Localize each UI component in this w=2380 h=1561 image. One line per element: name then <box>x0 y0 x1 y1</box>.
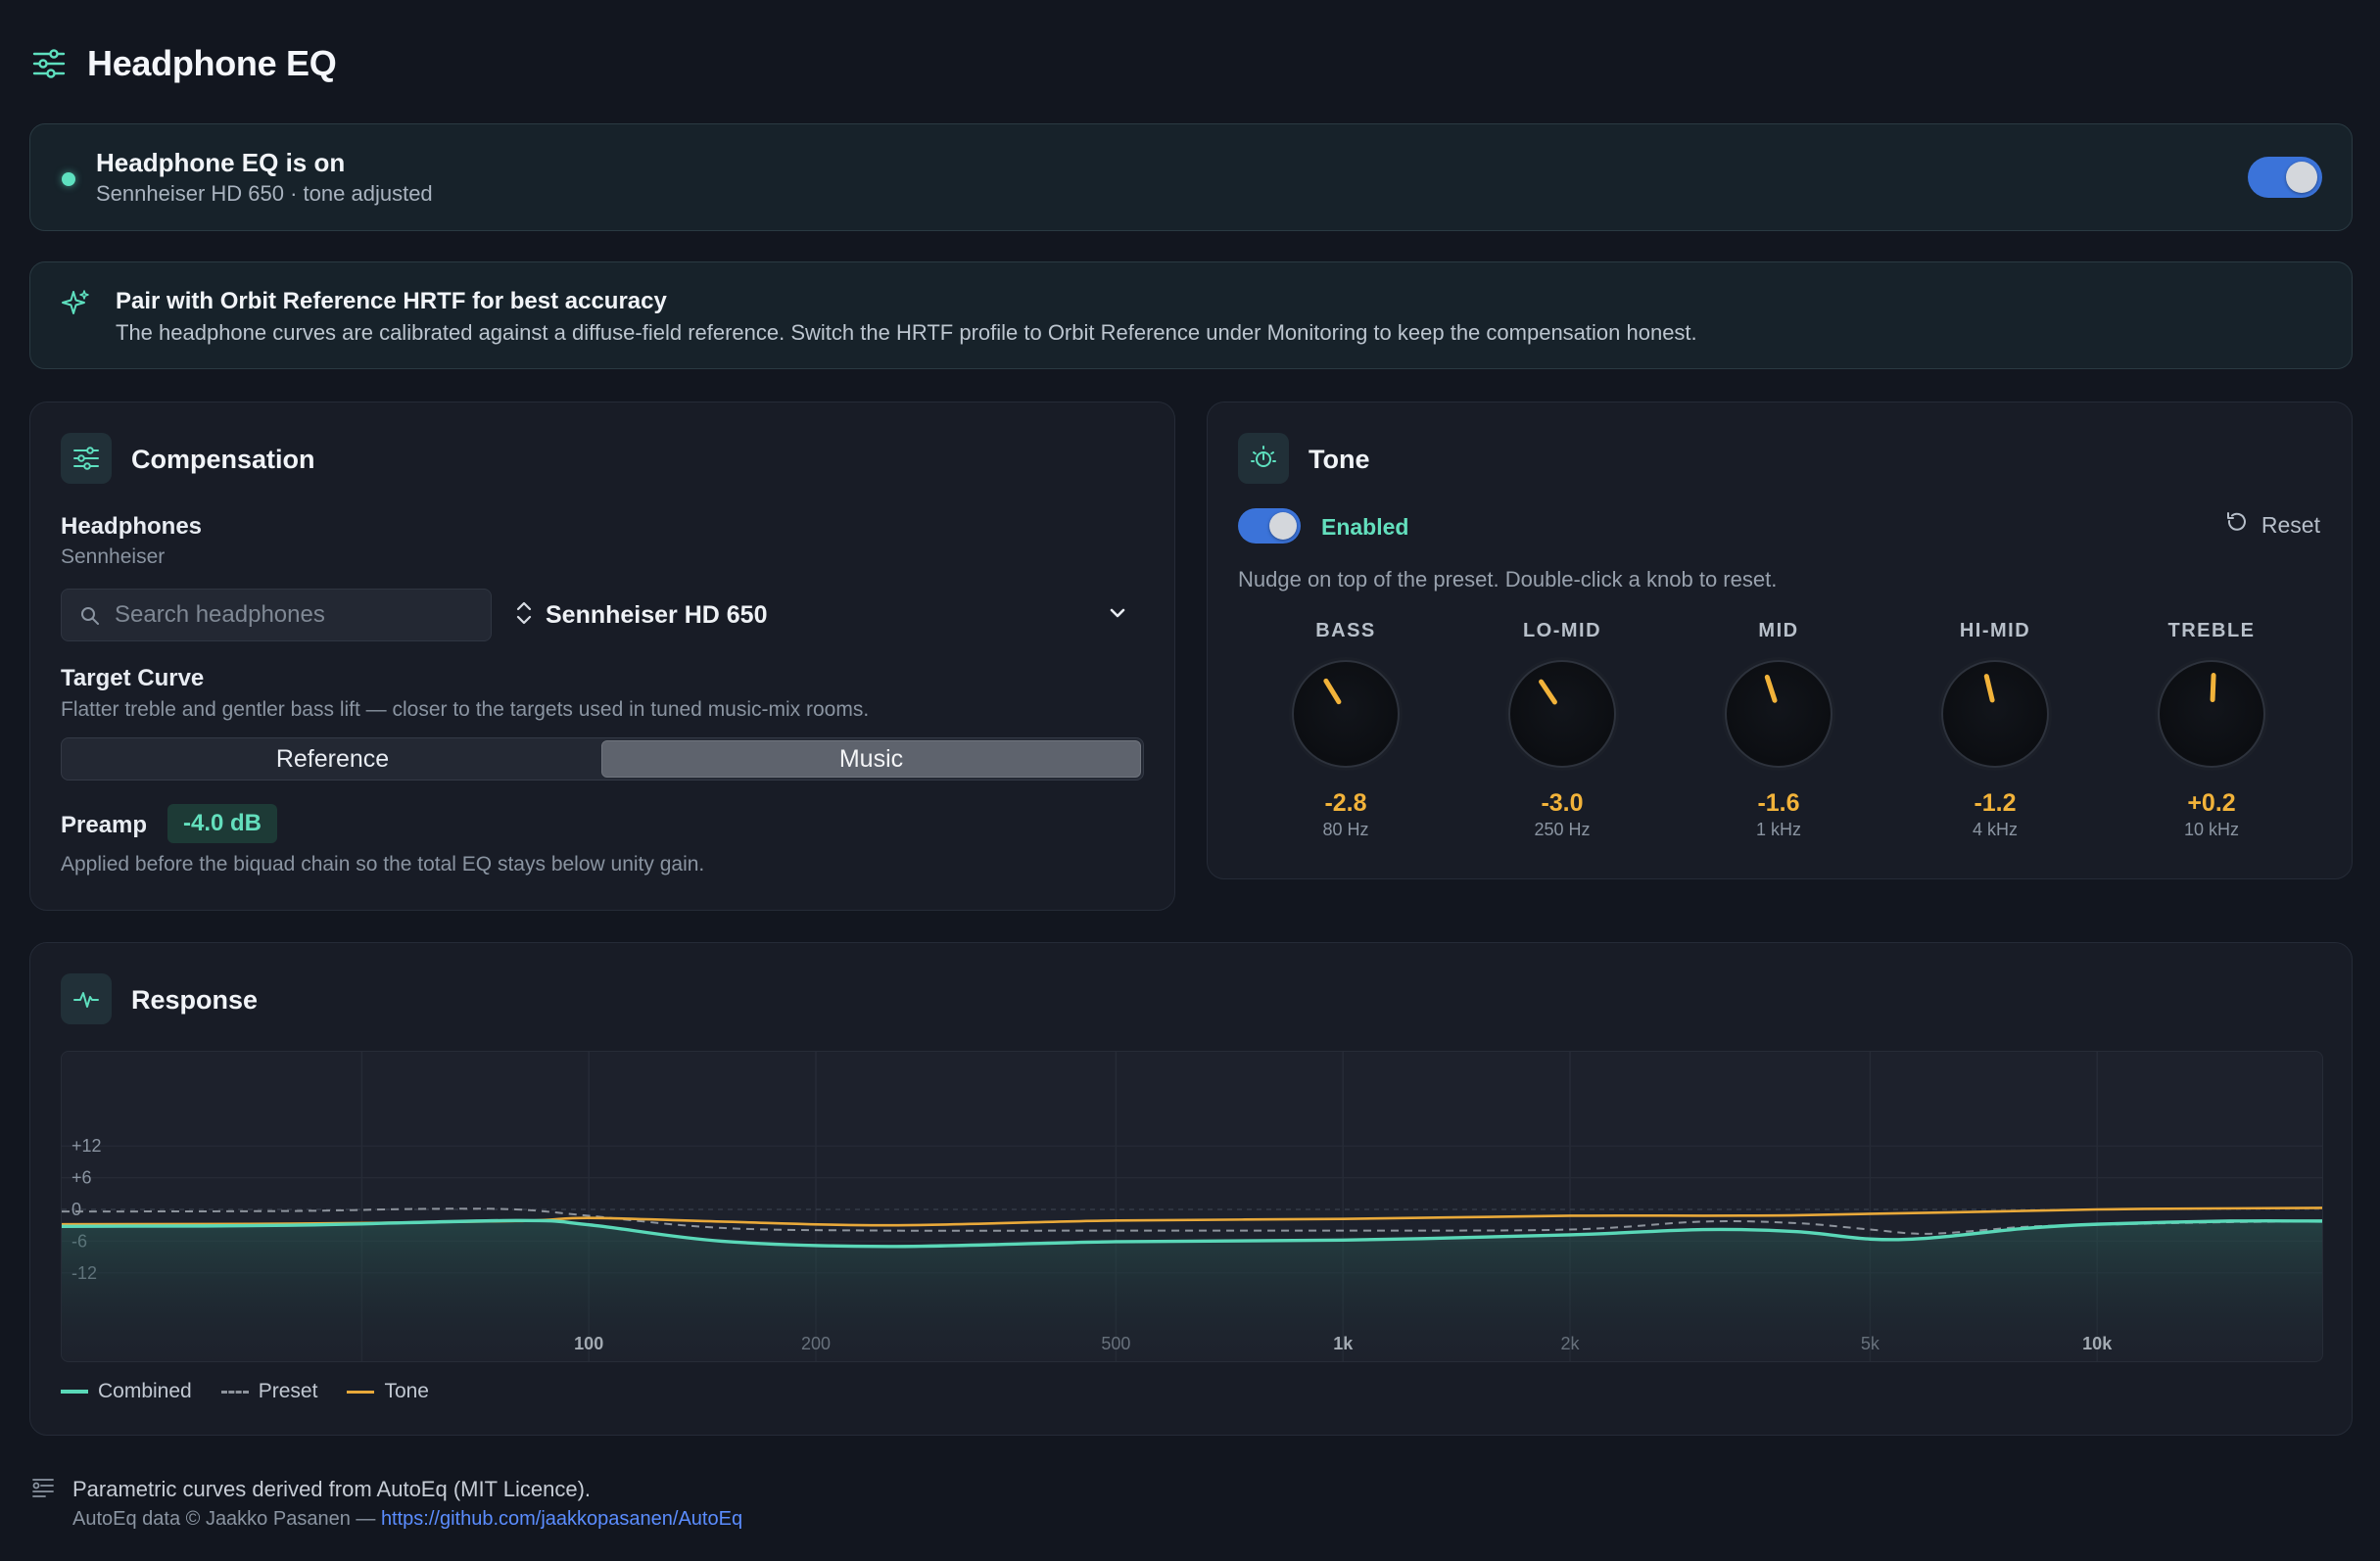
headphone-model-select[interactable]: Sennheiser HD 650 <box>514 589 1141 641</box>
tone-enabled-toggle[interactable] <box>1238 508 1301 544</box>
legend-tone-swatch <box>347 1390 375 1394</box>
tip-title: Pair with Orbit Reference HRTF for best … <box>116 288 667 314</box>
tone-knob-lo-mid[interactable]: LO-MID -3.0 250 Hz <box>1479 620 1645 840</box>
y-tick-label: +12 <box>71 1136 102 1156</box>
chart-legend: Combined Preset Tone <box>61 1380 429 1403</box>
toggle-knob <box>2286 162 2317 193</box>
y-tick-label: 0 <box>71 1200 81 1219</box>
reset-icon <box>2224 510 2248 540</box>
knob-label: LO-MID <box>1522 620 1602 641</box>
knob-label: TREBLE <box>2167 620 2256 641</box>
status-indicator <box>62 172 75 186</box>
tip-body: The headphone curves are calibrated agai… <box>116 320 1697 345</box>
footer-credit-text: AutoEq data © Jaakko Pasanen — <box>72 1508 381 1530</box>
response-chart: +12+60-6-121002005001k2k5k10k <box>61 1051 2323 1362</box>
tone-knob-mid[interactable]: MID -1.6 1 kHz <box>1695 620 1862 840</box>
search-icon <box>79 605 101 632</box>
tone-enabled-label: Enabled <box>1321 514 1409 540</box>
knob-frequency: 80 Hz <box>1322 820 1369 839</box>
knob-needle <box>1763 674 1778 704</box>
preamp-desc: Applied before the biquad chain so the t… <box>61 853 705 875</box>
sliders-icon <box>61 433 112 484</box>
legend-tone-label: Tone <box>384 1380 429 1402</box>
tone-panel: Tone Enabled Reset Nudge on top of the p… <box>1207 402 2353 879</box>
legend-preset: Preset <box>220 1380 318 1403</box>
target-curve-segmented: Reference Music <box>61 737 1144 780</box>
footer-credit: AutoEq data © Jaakko Pasanen — https://g… <box>72 1508 742 1531</box>
y-tick-label: +6 <box>71 1168 92 1188</box>
pulse-icon <box>61 973 112 1024</box>
search-input[interactable] <box>115 590 477 640</box>
knob-frequency: 10 kHz <box>2183 820 2240 839</box>
eq-power-toggle[interactable] <box>2248 157 2322 198</box>
knob-value: +0.2 <box>2187 789 2236 817</box>
tone-dial-icon <box>1238 433 1289 484</box>
knob-label: MID <box>1758 620 1799 641</box>
tone-knob-treble[interactable]: TREBLE +0.2 10 kHz <box>2128 620 2295 840</box>
target-option-reference[interactable]: Reference <box>64 740 601 778</box>
hrtf-tip-card: Pair with Orbit Reference HRTF for best … <box>29 261 2353 369</box>
response-title: Response <box>131 985 259 1015</box>
license-icon <box>31 1477 55 1503</box>
preamp-label: Preamp <box>61 812 148 838</box>
knob-dial[interactable] <box>1941 660 2049 768</box>
tone-knob-hi-mid[interactable]: HI-MID -1.2 4 kHz <box>1912 620 2078 840</box>
legend-preset-label: Preset <box>258 1380 318 1402</box>
response-chart-svg: +12+60-6-121002005001k2k5k10k <box>62 1052 2322 1361</box>
tone-note: Nudge on top of the preset. Double-click… <box>1238 567 1778 591</box>
knob-needle <box>1982 673 1995 703</box>
chevron-down-icon <box>1108 606 1127 625</box>
app-header: Headphone EQ <box>30 39 337 88</box>
knob-dial[interactable] <box>1292 660 1400 768</box>
tone-knob-bass[interactable]: BASS -2.8 80 Hz <box>1262 620 1429 840</box>
knob-dial[interactable] <box>1508 660 1616 768</box>
sliders-icon[interactable] <box>30 45 68 82</box>
knob-label: HI-MID <box>1959 620 2031 641</box>
status-card: Headphone EQ is on Sennheiser HD 650 · t… <box>29 123 2353 231</box>
headphones-brand: Sennheiser <box>61 545 166 568</box>
knob-value: -1.2 <box>1974 789 2017 817</box>
tone-reset-button[interactable]: Reset <box>2224 510 2320 540</box>
legend-combined-label: Combined <box>98 1380 192 1402</box>
selected-model: Sennheiser HD 650 <box>546 600 768 629</box>
target-option-music[interactable]: Music <box>601 740 1141 778</box>
knob-frequency: 1 kHz <box>1755 820 1801 839</box>
knob-value: -2.8 <box>1324 789 1367 817</box>
headphones-label: Headphones <box>61 513 203 540</box>
knob-dial[interactable] <box>2158 660 2265 768</box>
knob-frequency: 250 Hz <box>1534 820 1591 839</box>
response-panel: Response +12+60-6-121002005001k2k5k10k C… <box>29 942 2353 1436</box>
status-subtitle: Sennheiser HD 650 · tone adjusted <box>96 181 433 206</box>
preamp-value[interactable]: -4.0 dB <box>167 804 278 843</box>
knob-value: -1.6 <box>1757 789 1800 817</box>
knob-frequency: 4 kHz <box>1972 820 2018 839</box>
headphone-search[interactable] <box>61 589 492 641</box>
knob-needle <box>2209 672 2216 703</box>
target-curve-desc: Flatter treble and gentler bass lift — c… <box>61 698 870 721</box>
compensation-title: Compensation <box>131 445 315 474</box>
knob-needle <box>1321 677 1342 706</box>
legend-combined: Combined <box>61 1380 192 1403</box>
page-title: Headphone EQ <box>87 43 337 83</box>
status-title: Headphone EQ is on <box>96 148 346 177</box>
knob-dial[interactable] <box>1725 660 1833 768</box>
target-curve-label: Target Curve <box>61 665 205 691</box>
footer-attribution: Parametric curves derived from AutoEq (M… <box>72 1477 592 1501</box>
legend-tone: Tone <box>347 1380 429 1403</box>
toggle-knob <box>1269 512 1297 540</box>
knob-needle <box>1537 678 1558 706</box>
knob-value: -3.0 <box>1541 789 1584 817</box>
legend-combined-swatch <box>61 1390 88 1394</box>
autoeq-link[interactable]: https://github.com/jaakkopasanen/AutoEq <box>381 1508 742 1530</box>
tone-title: Tone <box>1309 445 1370 474</box>
sparkle-icon <box>60 288 91 319</box>
compensation-panel: Compensation Headphones Sennheiser Sennh… <box>29 402 1175 911</box>
reset-label: Reset <box>2261 511 2320 538</box>
legend-preset-swatch <box>220 1390 249 1394</box>
knob-label: BASS <box>1315 620 1376 641</box>
updown-icon <box>514 599 534 632</box>
